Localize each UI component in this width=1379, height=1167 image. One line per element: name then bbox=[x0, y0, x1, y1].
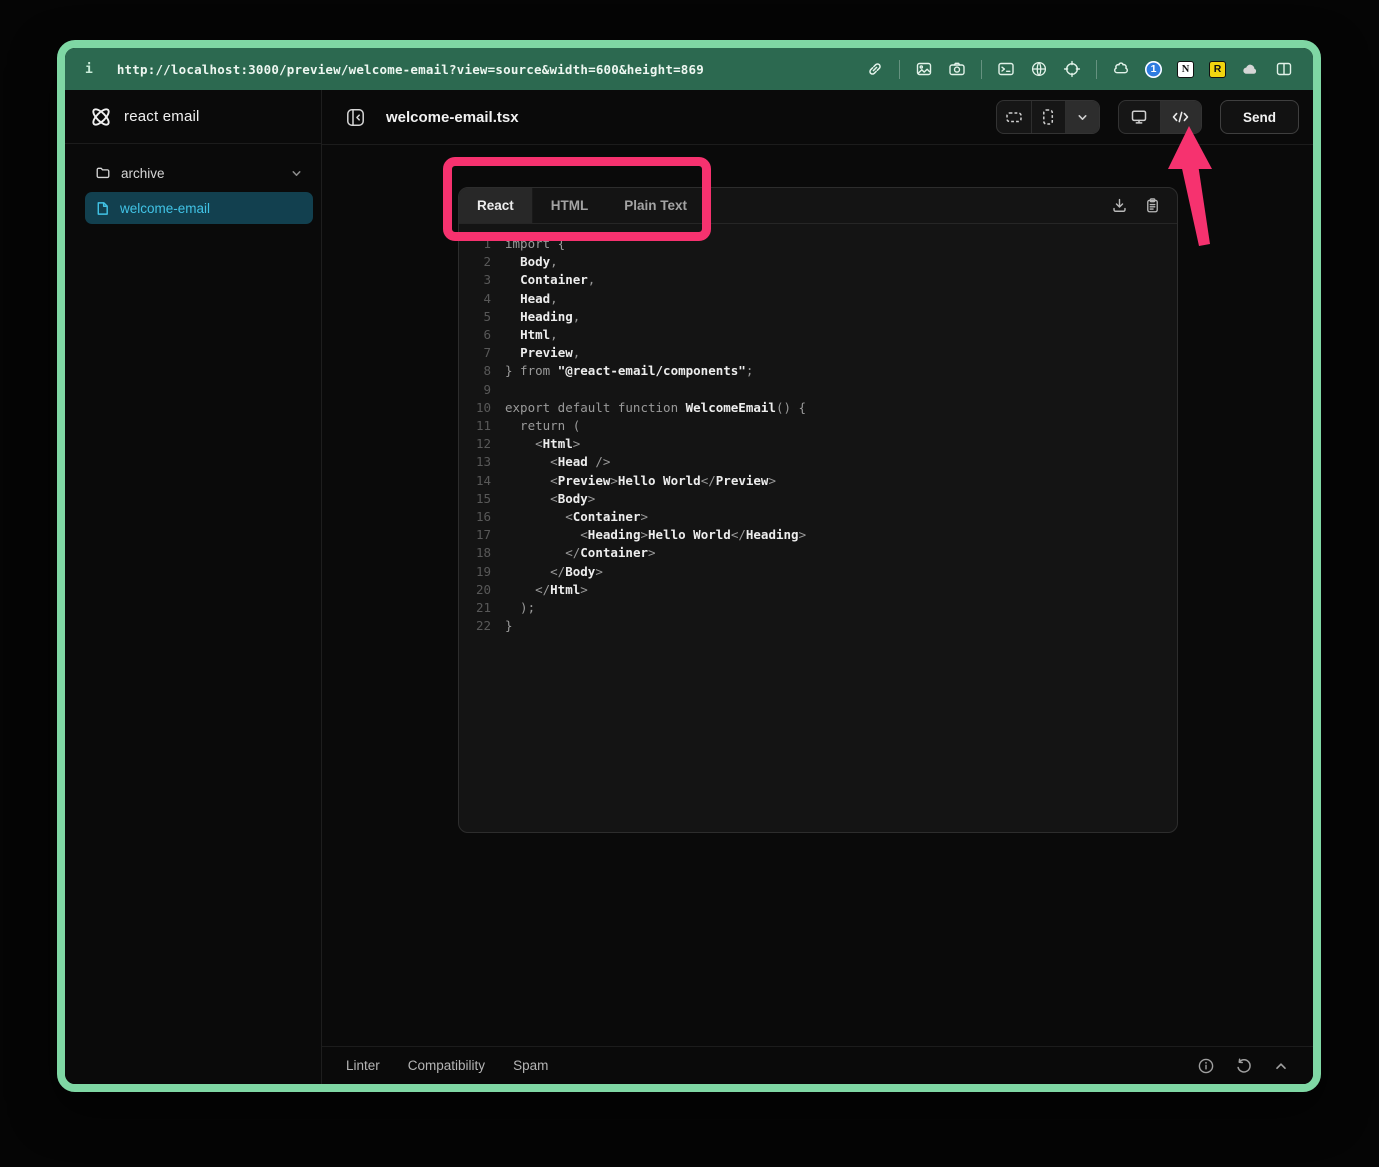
collapse-icon[interactable] bbox=[1273, 1058, 1289, 1074]
split-view-icon[interactable] bbox=[1275, 60, 1293, 78]
tab-spam[interactable]: Spam bbox=[513, 1058, 548, 1073]
code-line: 19 </Body> bbox=[459, 563, 1177, 581]
sidebar-toggle-icon bbox=[345, 107, 366, 128]
sidebar-toggle-button[interactable] bbox=[340, 102, 370, 132]
width-size-icon bbox=[1005, 108, 1023, 126]
info-glyph: i bbox=[85, 62, 93, 77]
link-icon[interactable] bbox=[866, 60, 884, 78]
bottom-bar: Linter Compatibility Spam bbox=[322, 1046, 1313, 1084]
toolbar-divider bbox=[1096, 60, 1097, 79]
preview-view-button[interactable] bbox=[1119, 101, 1160, 133]
info-icon[interactable] bbox=[1197, 1057, 1215, 1075]
chevron-down-icon bbox=[290, 167, 303, 180]
screenshot-icon[interactable] bbox=[915, 60, 933, 78]
code-line: 22} bbox=[459, 617, 1177, 635]
code-line: 11 return ( bbox=[459, 417, 1177, 435]
file-icon bbox=[95, 201, 110, 216]
onepassword-badge[interactable]: 1 bbox=[1145, 61, 1162, 78]
code-line: 20 </Html> bbox=[459, 581, 1177, 599]
code-line: 4 Head, bbox=[459, 290, 1177, 308]
viewport-size-controls bbox=[996, 100, 1100, 134]
sidebar-item-label: welcome-email bbox=[120, 201, 210, 216]
toolbar-divider bbox=[981, 60, 982, 79]
crosshair-icon[interactable] bbox=[1063, 60, 1081, 78]
extension-icon[interactable] bbox=[1112, 60, 1130, 78]
browser-window: i http://localhost:3000/preview/welcome-… bbox=[57, 40, 1321, 1092]
code-line: 17 <Heading>Hello World</Heading> bbox=[459, 526, 1177, 544]
viewport-width-button[interactable] bbox=[997, 101, 1031, 133]
code-line: 12 <Html> bbox=[459, 435, 1177, 453]
code-line: 21 ); bbox=[459, 599, 1177, 617]
sidebar-folder-archive[interactable]: archive bbox=[85, 156, 313, 190]
email-tree: archive welcome-email bbox=[65, 144, 321, 224]
download-icon[interactable] bbox=[1111, 197, 1128, 214]
sidebar-folder-label: archive bbox=[121, 166, 165, 181]
desktop-view-icon bbox=[1130, 108, 1148, 126]
source-view: React HTML Plain Text 1import {2 Body,3 … bbox=[322, 145, 1313, 1046]
code-line: 8} from "@react-email/components"; bbox=[459, 362, 1177, 380]
sidebar-item-welcome-email[interactable]: welcome-email bbox=[85, 192, 313, 224]
tab-compatibility[interactable]: Compatibility bbox=[408, 1058, 485, 1073]
refined-github-badge[interactable]: R bbox=[1209, 61, 1226, 78]
react-email-logo-icon bbox=[89, 105, 113, 129]
code-line: 5 Heading, bbox=[459, 308, 1177, 326]
viewport-height-button[interactable] bbox=[1031, 101, 1065, 133]
code-line: 10export default function WelcomeEmail()… bbox=[459, 399, 1177, 417]
main-header: welcome-email.tsx bbox=[322, 90, 1313, 145]
code-line: 13 <Head /> bbox=[459, 453, 1177, 471]
bottom-bar-actions bbox=[1197, 1057, 1289, 1075]
code-line: 9 bbox=[459, 381, 1177, 399]
chevron-down-icon bbox=[1076, 111, 1089, 124]
code-line: 6 Html, bbox=[459, 326, 1177, 344]
react-email-app: react email archive welcome-email bbox=[65, 90, 1313, 1084]
code-line: 1import { bbox=[459, 235, 1177, 253]
code-line: 2 Body, bbox=[459, 253, 1177, 271]
code-lines: 1import {2 Body,3 Container,4 Head,5 Hea… bbox=[459, 224, 1177, 832]
terminal-icon[interactable] bbox=[997, 60, 1015, 78]
header-controls: Send bbox=[996, 100, 1299, 134]
source-view-button[interactable] bbox=[1160, 101, 1201, 133]
code-line: 16 <Container> bbox=[459, 508, 1177, 526]
browser-toolbar: i http://localhost:3000/preview/welcome-… bbox=[65, 48, 1313, 90]
notion-badge[interactable]: N bbox=[1177, 61, 1194, 78]
code-line: 18 </Container> bbox=[459, 544, 1177, 562]
source-view-icon bbox=[1171, 108, 1190, 126]
height-size-icon bbox=[1039, 108, 1057, 126]
tab-linter[interactable]: Linter bbox=[346, 1058, 380, 1073]
browser-actions: 1 N R bbox=[866, 60, 1293, 79]
globe-icon[interactable] bbox=[1030, 60, 1048, 78]
tab-html[interactable]: HTML bbox=[533, 188, 607, 223]
copy-icon[interactable] bbox=[1144, 197, 1161, 214]
code-panel: React HTML Plain Text 1import {2 Body,3 … bbox=[458, 187, 1178, 833]
code-line: 14 <Preview>Hello World</Preview> bbox=[459, 472, 1177, 490]
code-line: 7 Preview, bbox=[459, 344, 1177, 362]
page-title: welcome-email.tsx bbox=[386, 109, 519, 126]
send-button[interactable]: Send bbox=[1220, 100, 1299, 134]
view-mode-toggle bbox=[1118, 100, 1202, 134]
folder-icon bbox=[95, 165, 111, 181]
sidebar: react email archive welcome-email bbox=[65, 90, 322, 1084]
main-panel: welcome-email.tsx bbox=[322, 90, 1313, 1084]
source-tabs: React HTML Plain Text bbox=[459, 188, 1177, 224]
camera-icon[interactable] bbox=[948, 60, 966, 78]
cloud-icon[interactable] bbox=[1241, 60, 1260, 78]
viewport-size-dropdown[interactable] bbox=[1065, 101, 1099, 133]
code-actions bbox=[1111, 188, 1177, 223]
tab-react[interactable]: React bbox=[459, 188, 533, 223]
code-line: 15 <Body> bbox=[459, 490, 1177, 508]
code-line: 3 Container, bbox=[459, 271, 1177, 289]
toolbar-divider bbox=[899, 60, 900, 79]
address-bar[interactable]: http://localhost:3000/preview/welcome-em… bbox=[117, 62, 704, 77]
app-logo-label: react email bbox=[124, 108, 200, 125]
app-logo[interactable]: react email bbox=[65, 90, 321, 144]
reset-icon[interactable] bbox=[1235, 1057, 1253, 1075]
tab-plain-text[interactable]: Plain Text bbox=[606, 188, 705, 223]
